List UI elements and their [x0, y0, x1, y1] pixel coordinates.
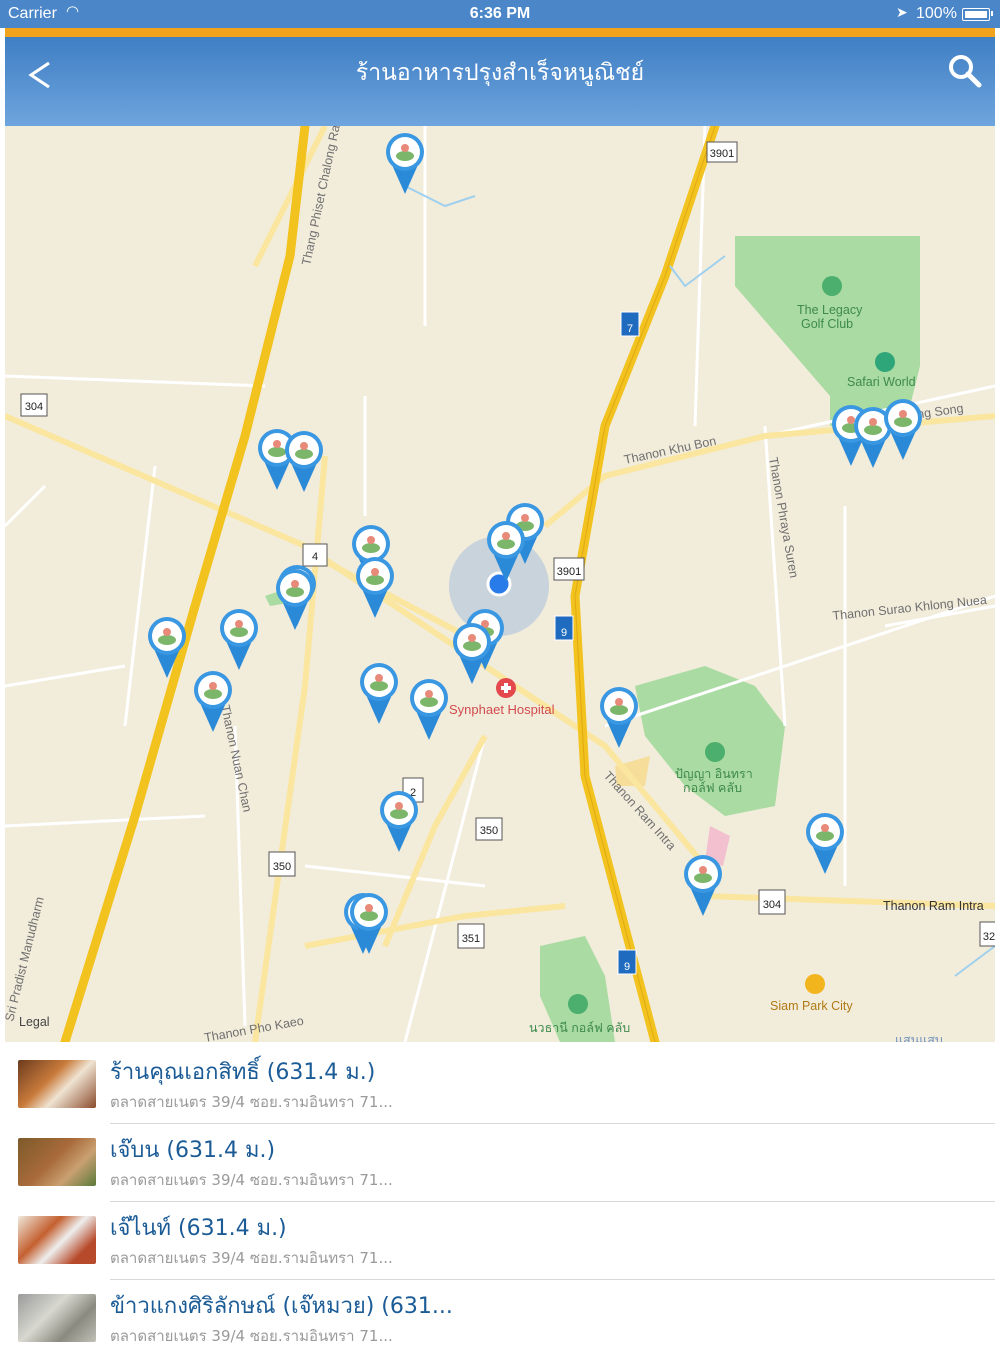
- restaurant-map-pin[interactable]: [360, 663, 398, 724]
- restaurant-address: ตลาดสายเนตร 39/4 ซอย.รามอินทรา 71...: [110, 1093, 393, 1111]
- golf-icon: [568, 994, 588, 1014]
- golf-icon: [822, 276, 842, 296]
- navigation-bar: ร้านอาหารปรุงสำเร็จหนูณิชย์: [5, 37, 995, 126]
- map-view[interactable]: 3901 7 304 3901 9 4 2 350 350 304 351 9 …: [5, 126, 995, 1042]
- list-item[interactable]: เจ๊บน (631.4 ม.) ตลาดสายเนตร 39/4 ซอย.รา…: [0, 1124, 1000, 1202]
- location-arrow-icon: ➤: [896, 4, 908, 20]
- status-bar: Carrier ◠ 6:36 PM ➤ 100%: [0, 0, 1000, 28]
- route-number: 4: [312, 551, 318, 563]
- route-shield: 7: [620, 311, 640, 337]
- restaurant-name: เจ๊บน (631.4 ม.): [110, 1138, 276, 1163]
- food-thumbnail: [18, 1138, 96, 1186]
- results-list: ร้านคุณเอกสิทธิ์ (631.4 ม.) ตลาดสายเนตร …: [0, 1046, 1000, 1345]
- map-label: นวธานี กอล์ฟ คลับ: [529, 1021, 630, 1035]
- map-label: Thanon Surao Khlong Nuea: [832, 593, 988, 623]
- restaurant-map-pin[interactable]: [285, 431, 323, 492]
- restaurant-map-pin[interactable]: [380, 791, 418, 852]
- restaurant-name: ข้าวแกงศิริลักษณ์ (เจ๊หมวย) (631...: [110, 1294, 453, 1319]
- zoo-icon: [875, 352, 895, 372]
- route-number: 350: [480, 825, 498, 837]
- list-item[interactable]: ข้าวแกงศิริลักษณ์ (เจ๊หมวย) (631... ตลาด…: [0, 1280, 1000, 1358]
- route-shield: 304: [20, 393, 48, 417]
- restaurant-map-pin[interactable]: [806, 813, 844, 874]
- restaurant-map-pin[interactable]: [453, 623, 491, 684]
- food-thumbnail: [18, 1294, 96, 1342]
- map-label: แสนแสบ: [895, 1033, 943, 1042]
- route-shield: 351: [457, 923, 485, 949]
- page-title: ร้านอาหารปรุงสำเร็จหนูณิชย์: [355, 60, 645, 86]
- golf-icon: [705, 742, 725, 762]
- route-number: 32: [983, 931, 995, 943]
- chevron-left-icon: [28, 61, 50, 89]
- route-shield: 9: [617, 949, 637, 975]
- route-number: 9: [624, 961, 630, 973]
- route-shield: 4: [302, 543, 328, 567]
- hospital-icon: [496, 678, 516, 698]
- restaurant-map-pin[interactable]: [386, 133, 424, 194]
- restaurant-address: ตลาดสายเนตร 39/4 ซอย.รามอินทรา 71...: [110, 1327, 393, 1345]
- route-shield: 32: [979, 921, 995, 947]
- food-thumbnail: [18, 1060, 96, 1108]
- map-label: กอล์ฟ คลับ: [683, 781, 742, 795]
- route-shield: 350: [475, 817, 503, 841]
- restaurant-address: ตลาดสายเนตร 39/4 ซอย.รามอินทรา 71...: [110, 1171, 393, 1189]
- food-thumbnail: [18, 1216, 96, 1264]
- map-label: Siam Park City: [770, 999, 853, 1013]
- search-icon: [949, 55, 982, 88]
- restaurant-map-pin[interactable]: [220, 609, 258, 670]
- route-number: 350: [273, 861, 291, 873]
- map-label: Sri Pradist Manudharm: [5, 895, 47, 1022]
- map-label: The Legacy: [797, 303, 863, 317]
- restaurant-map-pin[interactable]: [410, 679, 448, 740]
- restaurant-map-pin[interactable]: [600, 687, 638, 748]
- route-number: 9: [561, 627, 567, 639]
- route-shield: 304: [758, 889, 786, 915]
- map-label: Thanon Ram Intra: [883, 899, 984, 913]
- map-label: Golf Club: [801, 317, 853, 331]
- restaurant-map-pin[interactable]: [684, 855, 722, 916]
- status-time: 6:36 PM: [469, 5, 531, 22]
- map-label: ปัญญา อินทรา: [675, 767, 753, 781]
- route-number: 351: [462, 933, 480, 945]
- route-shield: 350: [268, 851, 296, 877]
- theme-park-icon: [805, 974, 825, 994]
- list-item[interactable]: เจ๊ไนท์ (631.4 ม.) ตลาดสายเนตร 39/4 ซอย.…: [0, 1202, 1000, 1280]
- route-number: 304: [763, 899, 781, 911]
- route-number: 7: [627, 323, 633, 335]
- battery-percent: 100%: [916, 5, 957, 22]
- route-shield: 9: [554, 615, 574, 641]
- list-item[interactable]: ร้านคุณเอกสิทธิ์ (631.4 ม.) ตลาดสายเนตร …: [0, 1046, 1000, 1124]
- battery-icon: [962, 8, 990, 21]
- golf-course-area: [735, 236, 920, 426]
- legal-link[interactable]: Legal: [19, 1015, 50, 1029]
- restaurant-address: ตลาดสายเนตร 39/4 ซอย.รามอินทรา 71...: [110, 1249, 393, 1267]
- restaurant-name: ร้านคุณเอกสิทธิ์ (631.4 ม.): [110, 1060, 376, 1085]
- map-label: Safari World: [847, 375, 916, 389]
- back-button[interactable]: [21, 45, 61, 101]
- route-number: 3901: [557, 566, 581, 578]
- search-button[interactable]: [945, 51, 985, 91]
- map-label: Synphaet Hospital: [449, 702, 555, 717]
- route-shield: 3901: [553, 557, 585, 581]
- accent-strip: [5, 28, 995, 37]
- route-shield: 3901: [706, 141, 738, 163]
- restaurant-name: เจ๊ไนท์ (631.4 ม.): [110, 1216, 287, 1241]
- restaurant-map-pin[interactable]: [884, 399, 922, 460]
- route-number: 304: [25, 401, 43, 413]
- route-number: 3901: [710, 148, 734, 160]
- restaurant-map-pin[interactable]: [356, 557, 394, 618]
